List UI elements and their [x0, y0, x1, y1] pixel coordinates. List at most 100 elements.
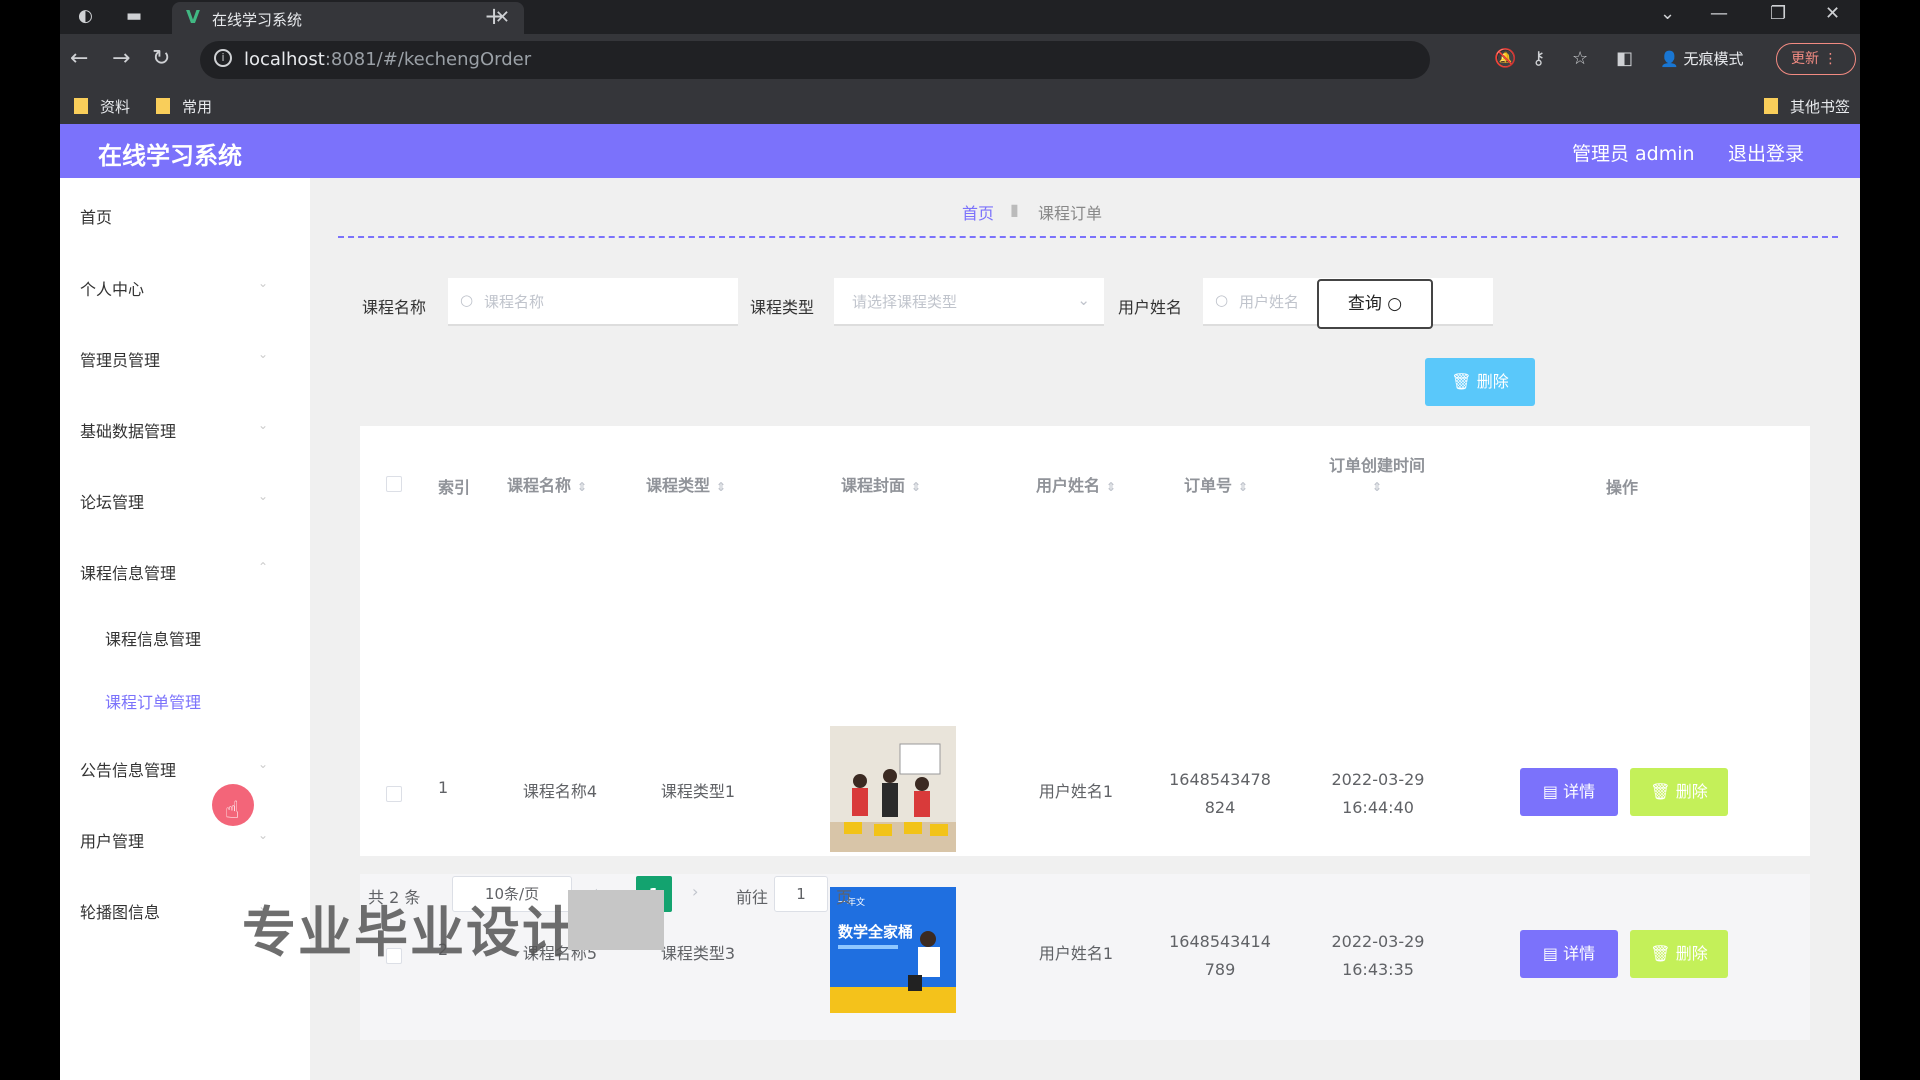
update-button[interactable]: 更新 ⋮ [1776, 43, 1856, 75]
notification-blocked-icon[interactable]: 🔕 [1494, 48, 1516, 69]
hand-cursor-icon: ☝ [225, 796, 240, 824]
restore-icon[interactable]: ❐ [1770, 3, 1786, 24]
sidebar-sub-course-info[interactable]: 课程信息管理 [105, 626, 201, 650]
user-name-label: 用户姓名 [1118, 298, 1183, 317]
folder-icon [1764, 98, 1778, 114]
row-delete-button[interactable]: 🗑 删除 [1630, 930, 1728, 978]
user-name-placeholder: 用户姓名 [1239, 293, 1300, 311]
reload-icon[interactable]: ↻ [152, 46, 170, 71]
header-label: 课程类型 [646, 476, 711, 495]
course-type-select[interactable]: 请选择课程类型 ⌄ [834, 278, 1104, 326]
logout-link[interactable]: 退出登录 [1728, 139, 1804, 166]
next-page-icon[interactable]: › [692, 882, 698, 901]
sidebar-item-course-info[interactable]: 课程信息管理 ⌃ [80, 560, 268, 584]
created-time: 16:43:35 [1342, 960, 1414, 979]
batch-delete-button[interactable]: 🗑 删除 [1425, 358, 1535, 406]
sidebar-sub-label: 课程订单管理 [105, 693, 202, 712]
sidebar-item-users[interactable]: 用户管理 ⌄ [80, 828, 268, 852]
sort-icon[interactable]: ⇕ [1238, 480, 1248, 494]
sort-icon[interactable]: ⇕ [1106, 480, 1116, 494]
cell-course-type: 课程类型1 [660, 782, 736, 801]
other-bookmarks[interactable]: 其他书签 [1764, 96, 1850, 117]
row-delete-button[interactable]: 🗑 删除 [1630, 768, 1728, 816]
delete-label: 删除 [1476, 372, 1509, 391]
watermark-text: 专业毕业设计 [242, 901, 578, 964]
header-user-name[interactable]: 用户姓名 ⇕ [1036, 472, 1116, 496]
sidebar-item-announcements[interactable]: 公告信息管理 ⌄ [80, 757, 268, 781]
query-button[interactable]: 查询 ○ [1317, 279, 1433, 329]
delete-label: 删除 [1675, 944, 1708, 963]
header-label: 订单号 [1184, 476, 1233, 495]
sidebar-item-label: 论坛管理 [80, 493, 145, 512]
page-unit-label: 页 [836, 888, 853, 907]
new-tab-icon[interactable]: + [484, 2, 504, 30]
trash-icon: 🗑 [1650, 944, 1671, 963]
bookmark-folder-ziliao[interactable]: 资料 [74, 96, 130, 117]
search-icon: ○ [1387, 294, 1403, 314]
row-checkbox[interactable] [386, 786, 402, 802]
app-title: 在线学习系统 [98, 142, 242, 170]
browser-globe-icon[interactable]: ◐ [78, 6, 93, 26]
tab-search-chevron-icon[interactable]: ⌄ [1660, 3, 1675, 24]
header-order-no[interactable]: 订单号 ⇕ [1184, 472, 1248, 496]
sidebar-item-forum[interactable]: 论坛管理 ⌄ [80, 489, 268, 513]
browser-tab-active[interactable]: V 在线学习系统 ✕ [172, 2, 524, 34]
header-index: 索引 [438, 478, 471, 497]
sidebar-sub-course-orders[interactable]: 课程订单管理 [105, 689, 201, 713]
bookmark-star-icon[interactable]: ☆ [1572, 48, 1588, 69]
cell-index: 1 [438, 778, 449, 797]
password-key-icon[interactable]: ⚷ [1532, 48, 1545, 69]
vue-favicon-icon: V [186, 7, 200, 28]
tab-overview-icon[interactable]: ▬ [126, 6, 142, 26]
sidebar-item-home[interactable]: 首页 [80, 204, 112, 228]
incognito-label: 无痕模式 [1683, 50, 1744, 68]
site-info-icon[interactable]: i [214, 49, 232, 67]
side-panel-icon[interactable]: ◧ [1616, 48, 1633, 69]
incognito-indicator[interactable]: 👤 无痕模式 [1660, 48, 1743, 69]
bookmark-label: 常用 [182, 98, 213, 116]
cell-course-name: 课程名称4 [522, 782, 598, 801]
cell-user-name: 用户姓名1 [1038, 782, 1114, 801]
sort-icon[interactable]: ⇕ [716, 480, 726, 494]
course-name-placeholder: 课程名称 [484, 293, 545, 311]
header-course-type[interactable]: 课程类型 ⇕ [646, 472, 726, 496]
breadcrumb-home[interactable]: 首页 [962, 200, 994, 224]
cell-order-no: 1648543478 824 [1160, 766, 1280, 822]
cell-created-time: 2022-03-29 16:43:35 [1318, 928, 1438, 984]
bookmark-folder-changyong[interactable]: 常用 [156, 96, 212, 117]
bookmark-label: 资料 [100, 98, 131, 116]
select-all-checkbox[interactable] [386, 476, 402, 492]
header-actions: 操作 [1606, 478, 1639, 497]
header-created-time[interactable]: 订单创建时间 ⇕ [1322, 452, 1432, 495]
created-time: 16:44:40 [1342, 798, 1414, 817]
sort-icon[interactable]: ⇕ [911, 480, 921, 494]
sidebar-item-base-data[interactable]: 基础数据管理 ⌄ [80, 418, 268, 442]
goto-page-input[interactable]: 1 [774, 876, 828, 912]
sidebar-item-admin-management[interactable]: 管理员管理 ⌄ [80, 347, 268, 371]
browser-tab-bar: ◐ ▬ V 在线学习系统 ✕ + ⌄ — ❐ ✕ [60, 0, 1860, 34]
trash-icon: 🗑 [1650, 782, 1671, 801]
detail-button[interactable]: ▤ 详情 [1520, 930, 1618, 978]
document-icon: ▤ [1542, 782, 1558, 801]
detail-button[interactable]: ▤ 详情 [1520, 768, 1618, 816]
header-course-cover[interactable]: 课程封面 ⇕ [841, 472, 921, 496]
sort-icon[interactable]: ⇕ [1372, 480, 1382, 494]
course-name-input[interactable]: ○ 课程名称 [448, 278, 738, 326]
goto-page-value: 1 [796, 885, 806, 903]
url-field[interactable]: i localhost:8081/#/kechengOrder [200, 41, 1430, 79]
forward-icon[interactable]: → [112, 46, 130, 71]
browser-address-bar: ← → ↻ i localhost:8081/#/kechengOrder 🔕 … [60, 34, 1860, 86]
window-close-icon[interactable]: ✕ [1825, 3, 1840, 24]
sidebar-item-personal-center[interactable]: 个人中心 ⌄ [80, 276, 268, 300]
app-header: 在线学习系统 管理员 admin 退出登录 [60, 124, 1860, 178]
chevron-down-icon: ⌄ [258, 757, 269, 771]
sort-icon[interactable]: ⇕ [577, 480, 587, 494]
minimize-icon[interactable]: — [1710, 3, 1728, 24]
sidebar-item-carousel[interactable]: 轮播图信息 ⌄ [80, 899, 268, 923]
chevron-down-icon: ⌄ [258, 418, 269, 432]
back-icon[interactable]: ← [70, 46, 88, 71]
sidebar-item-label: 用户管理 [80, 832, 145, 851]
header-course-name[interactable]: 课程名称 ⇕ [507, 472, 587, 496]
course-cover-image[interactable] [830, 726, 956, 852]
goto-label: 前往 [736, 888, 769, 907]
